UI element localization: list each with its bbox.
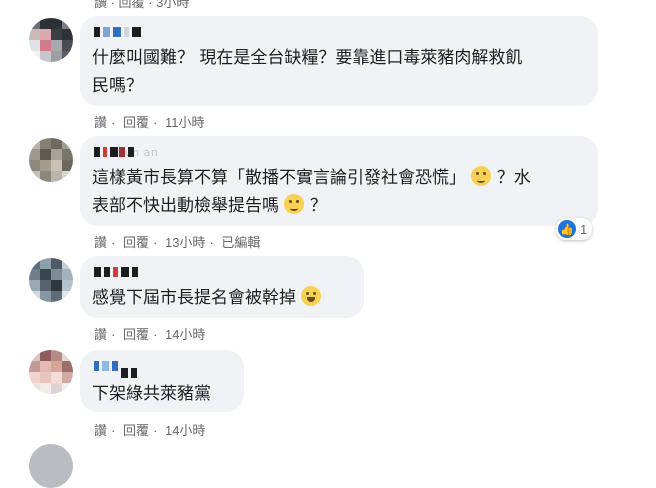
comment-actions: 讚 · 回覆 · 11小時 — [94, 115, 205, 130]
comment-text-line: 民嗎？ — [92, 76, 143, 96]
like-link[interactable]: 讚 — [94, 327, 107, 342]
avatar[interactable] — [29, 350, 73, 394]
comment-actions: 讚 · 回覆 · 14小時 — [94, 423, 206, 438]
timestamp[interactable]: 13小時 — [165, 235, 205, 250]
avatar[interactable] — [29, 138, 73, 182]
commenter-name[interactable] — [94, 24, 141, 40]
thinking-face-icon — [471, 166, 492, 186]
reply-link[interactable]: 回覆 — [123, 327, 149, 342]
reaction-count: 1 — [580, 221, 588, 237]
commenter-name[interactable]: Jun an — [94, 144, 158, 160]
reply-link[interactable]: 回覆 — [123, 115, 149, 130]
comment-bubble: 下架綠共萊豬黨 — [80, 350, 244, 412]
commenter-name[interactable] — [94, 264, 138, 280]
avatar[interactable] — [29, 258, 73, 302]
comment-text-line: 感覺下屆市長提名會被幹掉 — [92, 284, 322, 312]
timestamp[interactable]: 14小時 — [165, 327, 205, 342]
comment-bubble: 感覺下屆市長提名會被幹掉 — [80, 256, 364, 318]
thinking-face-icon — [284, 194, 305, 214]
avatar[interactable] — [29, 18, 73, 62]
comment-text-line: 什麼叫國難？ 現在是全台缺糧？要靠進口毒萊豬肉解救飢 — [92, 48, 523, 68]
comment-actions: 讚 · 回覆 · 14小時 — [94, 327, 206, 342]
like-link[interactable]: 讚 — [94, 115, 107, 130]
reaction-summary[interactable]: 👍 1 — [556, 218, 593, 240]
reply-link[interactable]: 回覆 — [123, 423, 149, 438]
comment-bubble: 什麼叫國難？ 現在是全台缺糧？要靠進口毒萊豬肉解救飢 民嗎？ — [80, 16, 598, 106]
comment-text-line: 下架綠共萊豬黨 — [92, 384, 211, 404]
like-link[interactable]: 讚 — [94, 235, 107, 250]
edited-label[interactable]: 已編輯 — [221, 235, 260, 250]
comment-actions: 讚 · 回覆 · 13小時 · 已編輯 — [94, 235, 261, 250]
comment-text-line: 這樣黃市長算不算「散播不實言論引發社會恐慌」 ？水 — [92, 166, 531, 188]
timestamp[interactable]: 11小時 — [165, 115, 205, 130]
comment-bubble: Jun an 這樣黃市長算不算「散播不實言論引發社會恐慌」 ？水 表部不快出動檢… — [80, 136, 598, 226]
commenter-name[interactable] — [94, 358, 137, 378]
comment-text-line: 表部不快出動檢舉提告嗎 ？ — [92, 194, 327, 216]
timestamp[interactable]: 14小時 — [165, 423, 205, 438]
thumbs-up-icon: 👍 — [558, 220, 576, 238]
avatar[interactable] — [29, 444, 73, 488]
previous-comment-actions: 讀 · 回覆 · 3小時 — [94, 0, 190, 10]
reply-link[interactable]: 回覆 — [123, 235, 149, 250]
laughing-face-icon — [301, 286, 322, 306]
like-link[interactable]: 讚 — [94, 423, 107, 438]
